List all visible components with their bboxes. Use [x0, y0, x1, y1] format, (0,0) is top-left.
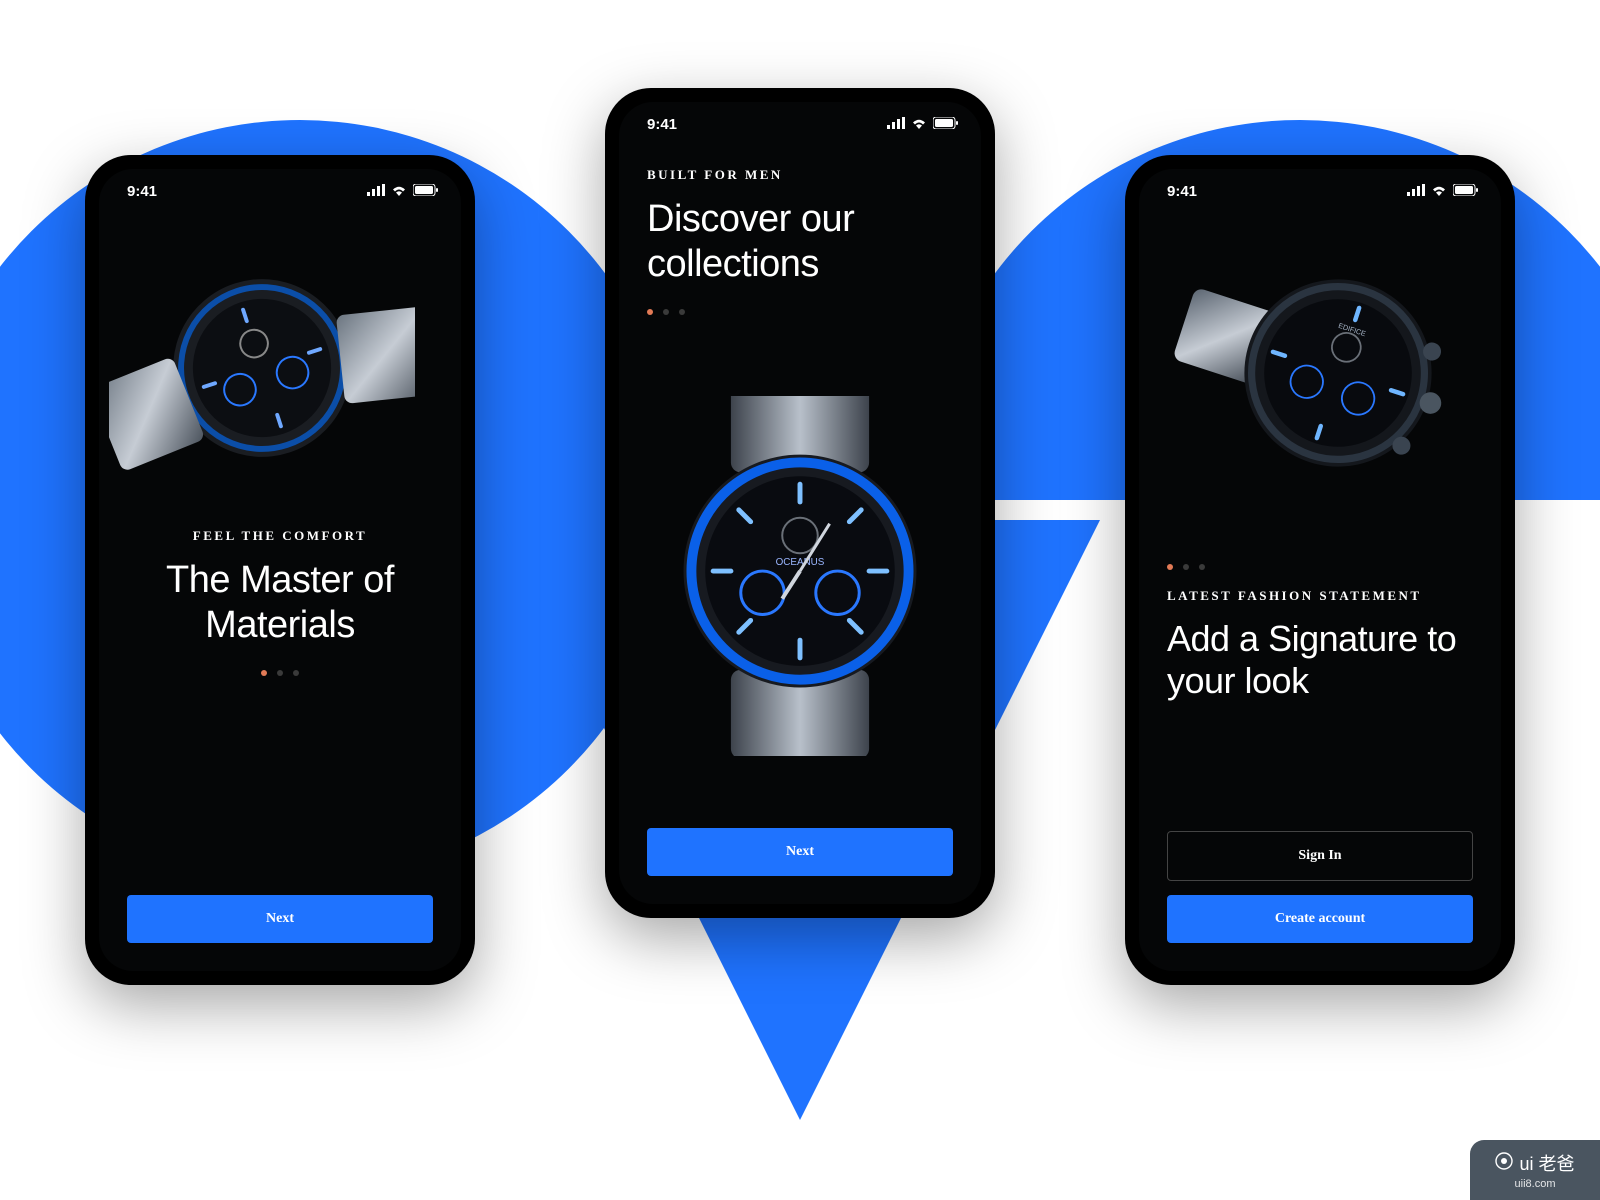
phone-mockup-2: 9:41 BUILT FOR MEN Discover our collecti…: [605, 88, 995, 918]
page-dot[interactable]: [647, 309, 653, 315]
signal-icon: [1407, 183, 1425, 200]
next-button[interactable]: Next: [127, 895, 433, 943]
sign-in-button[interactable]: Sign In: [1167, 831, 1473, 881]
headline-text: Discover our collections: [647, 197, 953, 287]
battery-icon: [1453, 183, 1479, 200]
page-dot[interactable]: [1167, 564, 1173, 570]
battery-icon: [413, 183, 439, 200]
status-bar: 9:41: [1139, 169, 1501, 208]
status-bar: 9:41: [619, 102, 981, 141]
page-dot[interactable]: [1183, 564, 1189, 570]
overline-text: FEEL THE COMFORT: [127, 528, 433, 544]
signal-icon: [367, 183, 385, 200]
watermark-icon: [1495, 1152, 1513, 1175]
phone-mockup-1: 9:41: [85, 155, 475, 985]
watch-product-image: OCEANUS: [647, 325, 953, 828]
wifi-icon: [391, 183, 407, 200]
status-bar: 9:41: [99, 169, 461, 208]
status-time: 9:41: [1167, 183, 1197, 200]
svg-text:OCEANUS: OCEANUS: [776, 557, 825, 568]
next-button[interactable]: Next: [647, 828, 953, 876]
battery-icon: [933, 116, 959, 133]
page-indicator: [647, 309, 953, 315]
watermark-url: uii8.com: [1515, 1178, 1556, 1190]
status-time: 9:41: [647, 116, 677, 133]
watch-product-image: EDIFICE: [1167, 222, 1473, 542]
page-dot[interactable]: [679, 309, 685, 315]
status-time: 9:41: [127, 183, 157, 200]
signal-icon: [887, 116, 905, 133]
page-indicator: [1167, 564, 1473, 570]
create-account-button[interactable]: Create account: [1167, 895, 1473, 943]
phone-mockup-3: 9:41: [1125, 155, 1515, 985]
watch-product-image: [109, 238, 415, 498]
overline-text: LATEST FASHION STATEMENT: [1167, 588, 1473, 604]
headline-text: Add a Signature to your look: [1167, 618, 1473, 703]
watermark-brand: ui 老爸: [1519, 1150, 1574, 1176]
overline-text: BUILT FOR MEN: [647, 167, 953, 183]
headline-text: The Master of Materials: [127, 558, 433, 648]
watermark-badge: ui 老爸 uii8.com: [1470, 1140, 1600, 1200]
page-dot[interactable]: [663, 309, 669, 315]
wifi-icon: [911, 116, 927, 133]
wifi-icon: [1431, 183, 1447, 200]
page-dot[interactable]: [1199, 564, 1205, 570]
